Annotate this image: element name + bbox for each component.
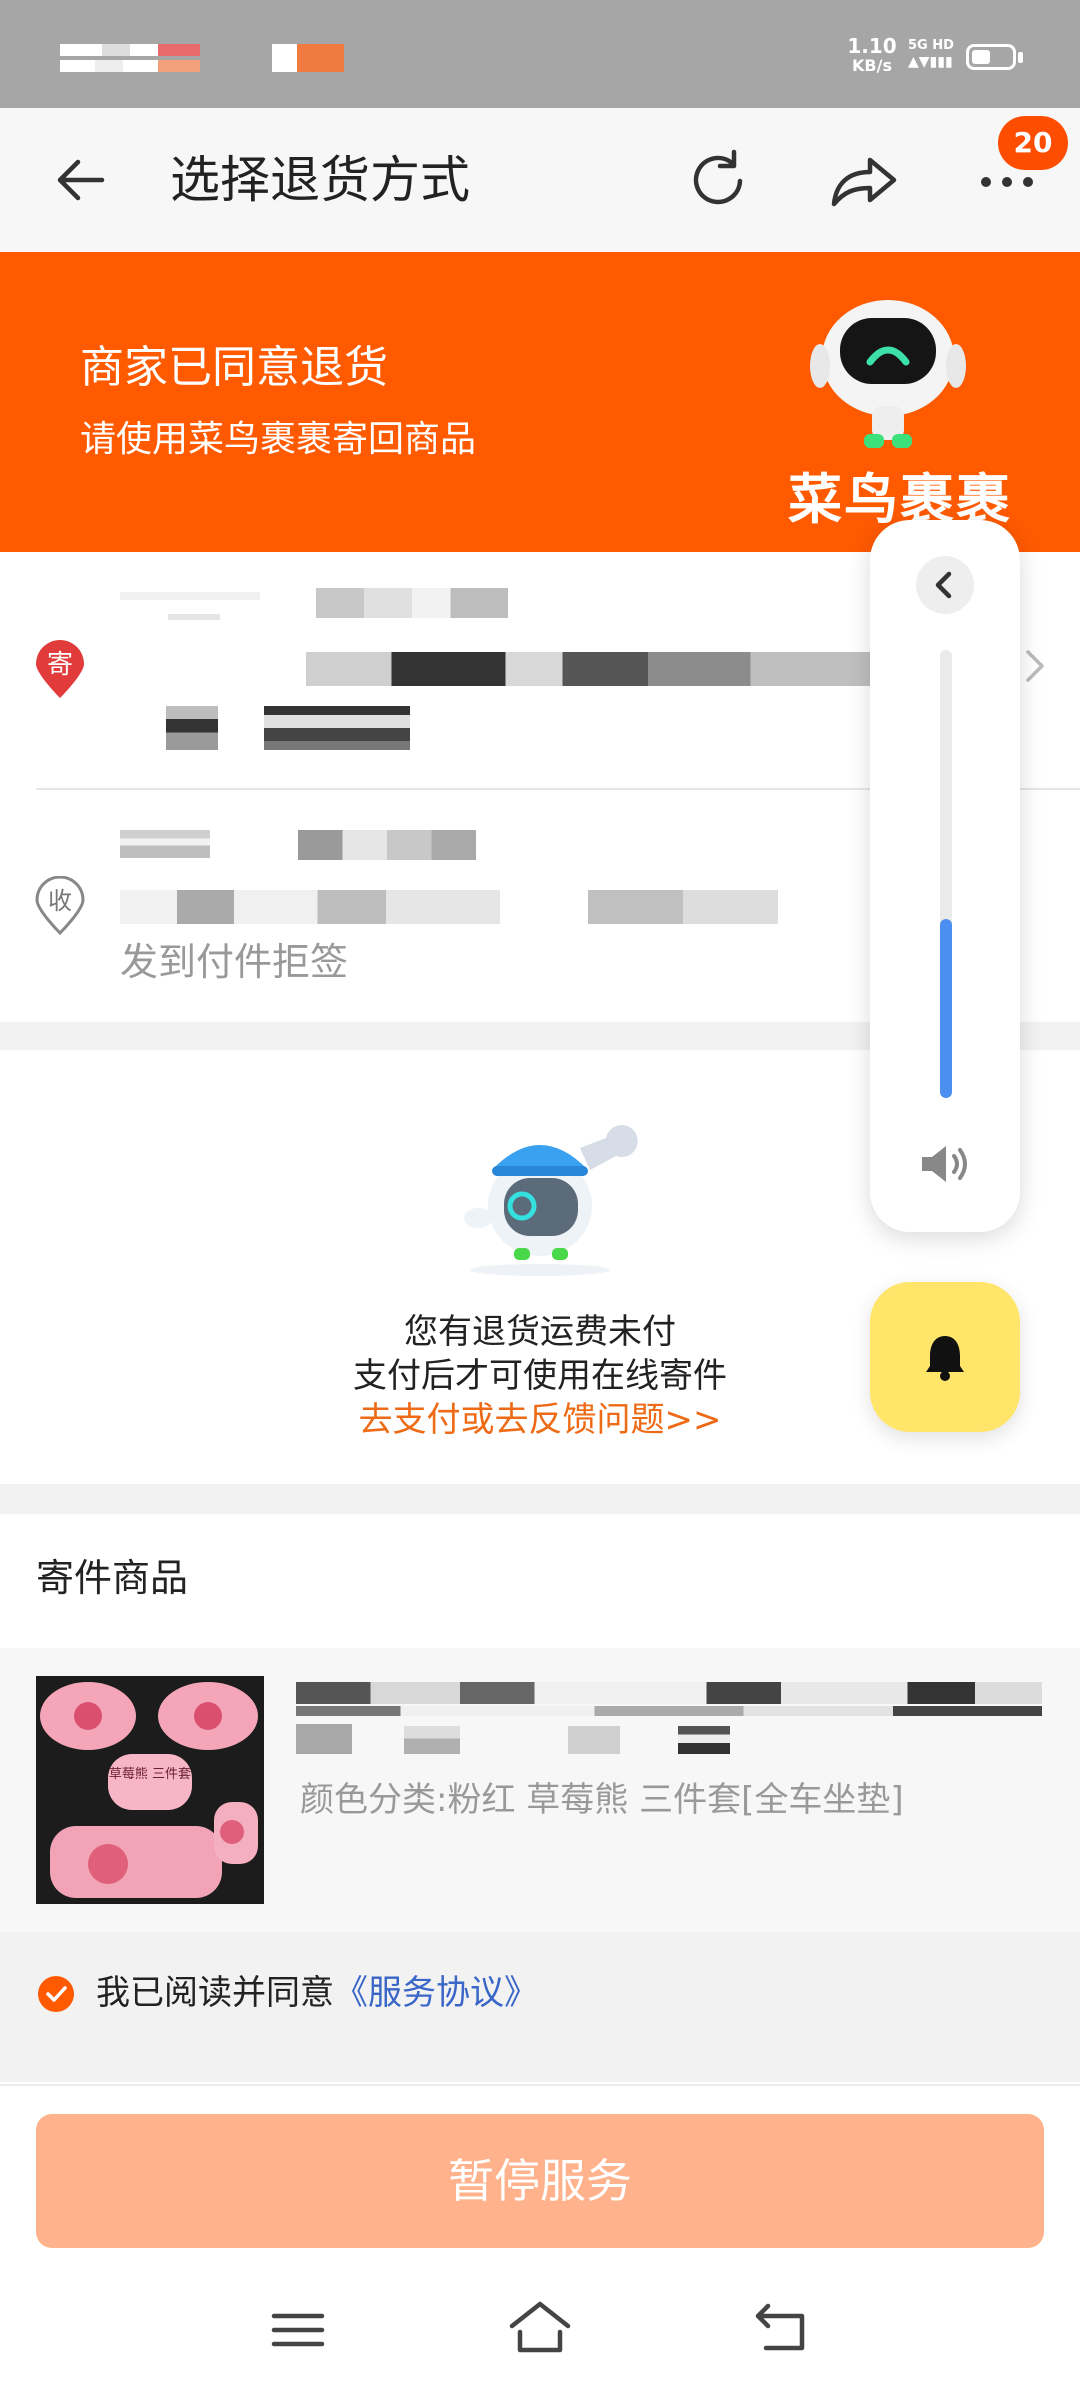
- network-speed: 1.10 KB/s: [847, 34, 897, 75]
- redacted-sender-phone: [316, 588, 508, 618]
- redacted-receiver-address: [120, 890, 500, 924]
- speaker-icon[interactable]: [918, 1142, 974, 1186]
- receiver-pin-icon: 收: [34, 875, 86, 936]
- sender-tag: 寄: [47, 650, 73, 680]
- bell-icon: [922, 1332, 968, 1382]
- agreement-checkbox[interactable]: [38, 1976, 74, 2012]
- address-note: 发到付件拒签: [120, 940, 349, 984]
- banner-subtitle: 请使用菜鸟裹裹寄回商品: [80, 419, 477, 460]
- redacted-goods-name: [678, 1726, 730, 1754]
- redacted-receiver-name: [120, 830, 210, 858]
- service-agreement-link[interactable]: 《服务协议》: [334, 1973, 538, 2013]
- volume-slider-fill: [940, 919, 952, 1098]
- redacted-goods-name: [568, 1726, 620, 1754]
- receiver-tag: 收: [48, 887, 72, 915]
- refresh-icon[interactable]: [684, 146, 754, 216]
- redacted-goods-name: [404, 1726, 460, 1754]
- cainiao-mascot-icon: [806, 288, 970, 458]
- nav-bar: [0, 108, 1080, 252]
- redacted-sender-name: [120, 592, 260, 600]
- collapse-chevron-left-icon[interactable]: [916, 556, 974, 614]
- chevron-right-icon[interactable]: [1020, 646, 1050, 686]
- battery-icon: [966, 44, 1016, 70]
- redacted-receiver-phone: [298, 830, 476, 860]
- page-title: 选择退货方式: [170, 151, 470, 209]
- divider: [0, 2084, 1080, 2086]
- goods-section-title: 寄件商品: [36, 1556, 189, 1600]
- redacted-goods-name: [296, 1724, 352, 1754]
- redacted-goods-name: [296, 1706, 1042, 1716]
- redacted-sender-address: [306, 652, 876, 686]
- thumbnail-label: 草莓熊 三件套: [109, 1766, 191, 1782]
- banner-title: 商家已同意退货: [80, 342, 388, 393]
- system-home-icon[interactable]: [508, 2300, 572, 2354]
- redacted-sender-address: [166, 706, 218, 750]
- goods-spec: 颜色分类:粉红 草莓熊 三件套[全车坐垫]: [300, 1780, 904, 1820]
- share-icon[interactable]: [826, 146, 902, 216]
- redacted-status-text: [60, 60, 200, 72]
- goods-thumbnail[interactable]: 草莓熊 三件套: [36, 1676, 264, 1904]
- signal-indicator: 5G HD ▲▼▮▮▮: [908, 38, 954, 70]
- system-back-icon[interactable]: [754, 2302, 810, 2352]
- redacted-status-icon: [272, 44, 344, 72]
- battery-cap: [1018, 52, 1023, 63]
- redacted-goods-name: [296, 1682, 1042, 1704]
- pause-service-button[interactable]: 暂停服务: [36, 2114, 1044, 2248]
- sender-pin-icon: 寄: [34, 640, 86, 700]
- agreement-label: 我已阅读并同意: [96, 1973, 334, 2013]
- repair-mascot-icon: [430, 1110, 650, 1280]
- back-arrow-icon[interactable]: [52, 150, 112, 210]
- redacted-sender-name: [168, 614, 220, 620]
- agreement-text: 我已阅读并同意《服务协议》: [96, 1968, 538, 2018]
- system-menu-icon[interactable]: [270, 2310, 326, 2350]
- message-badge: 20: [998, 116, 1068, 170]
- redacted-status-text: [60, 44, 200, 56]
- redacted-receiver-address: [588, 890, 778, 924]
- redacted-sender-address: [264, 706, 410, 750]
